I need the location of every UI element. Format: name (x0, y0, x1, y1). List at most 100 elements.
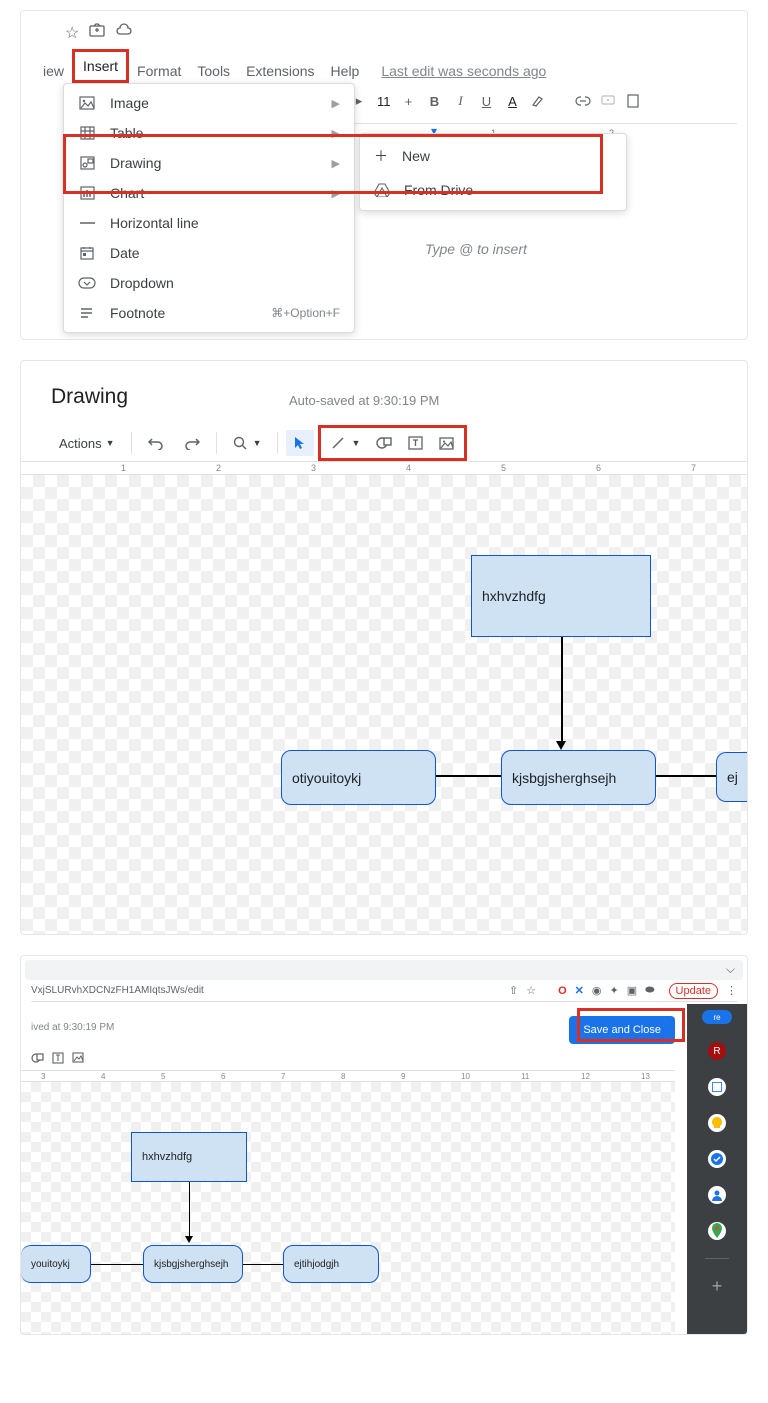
share-pill[interactable]: re (702, 1010, 732, 1024)
more-icon[interactable]: ⋮ (726, 984, 737, 997)
ext-box-icon[interactable]: ▣ (627, 984, 637, 997)
label: Horizontal line (110, 215, 199, 231)
text-color-icon[interactable]: A (505, 94, 521, 109)
actions-button[interactable]: Actions▼ (51, 430, 123, 457)
submenu-arrow-icon: ▶ (332, 157, 340, 170)
insert-dropdown[interactable]: Dropdown (64, 268, 354, 298)
ext-icon-1[interactable]: O (558, 985, 567, 997)
browser-top-row: VxjSLURvhXDCNzFH1AMIqtsJWs/edit ⇧ ☆ O ✕ … (31, 986, 737, 1002)
save-close-button[interactable]: Save and Close (569, 1016, 675, 1044)
line-icon[interactable]: ▼ (323, 430, 368, 456)
shape-right[interactable]: ej (716, 752, 748, 802)
browser-icons: ⇧ ☆ O ✕ ◉ ✦ ▣ ⬬ Update ⋮ (509, 983, 737, 999)
shape-left[interactable]: otiyouitoykj (281, 750, 436, 805)
drawing-new[interactable]: ＋ New (360, 138, 626, 174)
ext-oval-icon[interactable]: ⬬ (645, 984, 654, 997)
italic-icon[interactable]: I (453, 93, 469, 109)
insert-footnote[interactable]: Footnote ⌘+Option+F (64, 298, 354, 328)
shape-icon[interactable] (368, 430, 400, 456)
menu-tools[interactable]: Tools (189, 57, 238, 85)
doc-header-icons: ☆ (65, 23, 133, 43)
insert-drawing[interactable]: Drawing ▶ (64, 148, 354, 178)
font-size-plus[interactable]: + (401, 94, 417, 109)
connector-vertical[interactable] (561, 637, 563, 745)
shape-top[interactable]: hxhvzhdfg (131, 1132, 247, 1182)
submenu-arrow-icon: ▶ (332, 187, 340, 200)
label: New (402, 148, 430, 164)
add-sidebar-icon[interactable]: + (708, 1277, 726, 1295)
tasks-sidebar-icon[interactable] (708, 1150, 726, 1168)
contacts-sidebar-icon[interactable] (708, 1186, 726, 1204)
star-browser-icon[interactable]: ☆ (526, 984, 536, 997)
insert-hr[interactable]: Horizontal line (64, 208, 354, 238)
drawing-submenu: ＋ New From Drive (359, 133, 627, 211)
share-browser-icon[interactable]: ⇧ (509, 984, 518, 997)
insert-date[interactable]: Date (64, 238, 354, 268)
extensions-icon[interactable]: ✦ (609, 984, 618, 997)
menu-insert[interactable]: Insert (72, 49, 129, 83)
menu-view[interactable]: iew (35, 57, 72, 85)
image-icon[interactable] (627, 94, 643, 108)
font-size-value[interactable]: 11 (377, 94, 391, 109)
avatar[interactable]: R (708, 1042, 726, 1060)
update-button[interactable]: Update (669, 983, 718, 999)
cloud-icon[interactable] (115, 23, 133, 43)
shape-mini-icon[interactable] (31, 1052, 44, 1064)
last-edit-link[interactable]: Last edit was seconds ago (381, 63, 546, 79)
doc-placeholder: Type @ to insert (425, 241, 527, 257)
plus-icon: ＋ (374, 146, 388, 166)
image-mini-icon[interactable] (72, 1052, 84, 1064)
menu-bar: iew Insert Format Tools Extensions Help … (35, 57, 546, 85)
move-icon[interactable] (89, 23, 105, 43)
connector-h1[interactable] (436, 775, 501, 777)
keep-sidebar-icon[interactable] (708, 1114, 726, 1132)
panel-insert-menu: ☆ iew Insert Format Tools Extensions Hel… (20, 10, 748, 340)
canvas-ruler-small: 3 4 5 6 7 8 9 10 11 12 13 (21, 1070, 675, 1082)
drawing-from-drive[interactable]: From Drive (360, 174, 626, 206)
dialog-title: Drawing (51, 385, 128, 409)
shape-right[interactable]: ejtihjodgjh (283, 1245, 379, 1283)
connector-h1[interactable] (91, 1264, 143, 1265)
drawing-canvas-small[interactable]: hxhvzhdfg youitoykj kjsbgjsherghsejh ejt… (21, 1082, 675, 1334)
insert-chart[interactable]: Chart ▶ (64, 178, 354, 208)
drawing-icon (78, 156, 96, 170)
arrow-down-icon (556, 741, 566, 750)
underline-icon[interactable]: U (479, 94, 495, 109)
drawing-canvas[interactable]: hxhvzhdfg otiyouitoykj kjsbgjsherghsejh … (21, 475, 747, 934)
label: Image (110, 95, 149, 111)
format-toolbar: ▸ 11 + B I U A (351, 93, 643, 109)
shape-left[interactable]: youitoykj (21, 1245, 91, 1283)
ext-icon-3[interactable]: ◉ (592, 984, 602, 997)
undo-icon[interactable] (140, 430, 172, 456)
shape-mid[interactable]: kjsbgjsherghsejh (501, 750, 656, 805)
image-tool-icon[interactable] (431, 431, 462, 456)
textbox-icon[interactable] (400, 430, 431, 456)
ext-icon-2[interactable]: ✕ (575, 984, 584, 997)
bold-icon[interactable]: B (427, 94, 443, 109)
comment-icon[interactable] (601, 95, 617, 107)
shape-mid[interactable]: kjsbgjsherghsejh (143, 1245, 243, 1283)
textbox-mini-icon[interactable] (52, 1052, 64, 1064)
maps-sidebar-icon[interactable] (708, 1222, 726, 1240)
calendar-sidebar-icon[interactable] (708, 1078, 726, 1096)
menu-help[interactable]: Help (323, 57, 368, 85)
redo-icon[interactable] (176, 430, 208, 456)
insert-image[interactable]: Image ▶ (64, 88, 354, 118)
zoom-icon[interactable]: ▼ (225, 430, 270, 456)
connector-v[interactable] (189, 1182, 190, 1240)
label: Chart (110, 185, 144, 201)
select-icon[interactable] (286, 430, 314, 456)
chevron-down-icon[interactable]: ⌵ (726, 962, 735, 977)
connector-h2[interactable] (656, 775, 716, 777)
url-text: VxjSLURvhXDCNzFH1AMIqtsJWs/edit (31, 985, 204, 996)
menu-format[interactable]: Format (129, 57, 189, 85)
chart-icon (78, 186, 96, 200)
star-icon[interactable]: ☆ (65, 23, 79, 43)
highlight-icon[interactable] (531, 94, 547, 108)
menu-extensions[interactable]: Extensions (238, 57, 322, 85)
link-icon[interactable] (575, 96, 591, 106)
insert-table[interactable]: Table ▶ (64, 118, 354, 148)
shape-tools-highlight: ▼ (318, 425, 467, 461)
connector-h2[interactable] (243, 1264, 283, 1265)
shape-top[interactable]: hxhvzhdfg (471, 555, 651, 637)
